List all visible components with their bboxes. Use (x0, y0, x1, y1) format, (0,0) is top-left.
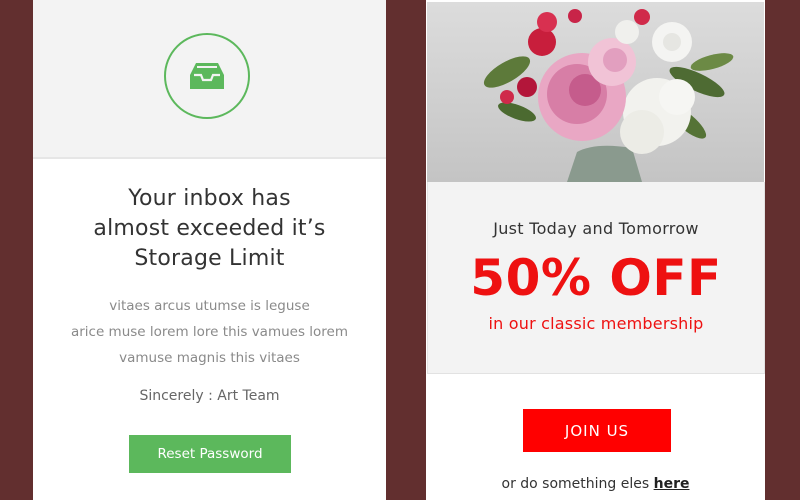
promo-panel: Just Today and Tomorrow 50% OFF in our c… (427, 182, 765, 374)
flower-bouquet-photo (427, 2, 764, 182)
headline-line: Storage Limit (134, 246, 285, 271)
card-header-panel (33, 0, 386, 159)
here-link[interactable]: here (654, 476, 690, 492)
headline-line: almost exceeded it’s (93, 216, 326, 241)
storage-headline: Your inbox has almost exceeded it’s Stor… (33, 184, 386, 274)
body-line: vamuse magnis this vitaes (119, 350, 300, 366)
flower-illustration (483, 9, 734, 182)
body-line: vitaes arcus utumse is leguse (109, 298, 310, 314)
body-text: vitaes arcus utumse is leguse arice muse… (33, 293, 386, 371)
promo-note: in our classic membership (488, 314, 704, 333)
reset-password-button[interactable]: Reset Password (129, 435, 291, 473)
alternate-action-text: or do something eles (501, 476, 650, 492)
inbox-icon-circle (164, 33, 250, 119)
inbox-tray-icon (190, 63, 224, 89)
alternate-action-line: or do something eles here (426, 476, 765, 492)
promo-card: Just Today and Tomorrow 50% OFF in our c… (426, 0, 765, 500)
promo-subtitle: Just Today and Tomorrow (493, 219, 699, 238)
headline-line: Your inbox has (128, 186, 291, 211)
storage-warning-card: Your inbox has almost exceeded it’s Stor… (33, 0, 386, 500)
join-us-button[interactable]: JOIN US (523, 409, 671, 452)
signoff-text: Sincerely : Art Team (139, 388, 280, 404)
promo-offer: 50% OFF (470, 249, 722, 307)
body-line: arice muse lorem lore this vamues lorem (70, 324, 349, 340)
